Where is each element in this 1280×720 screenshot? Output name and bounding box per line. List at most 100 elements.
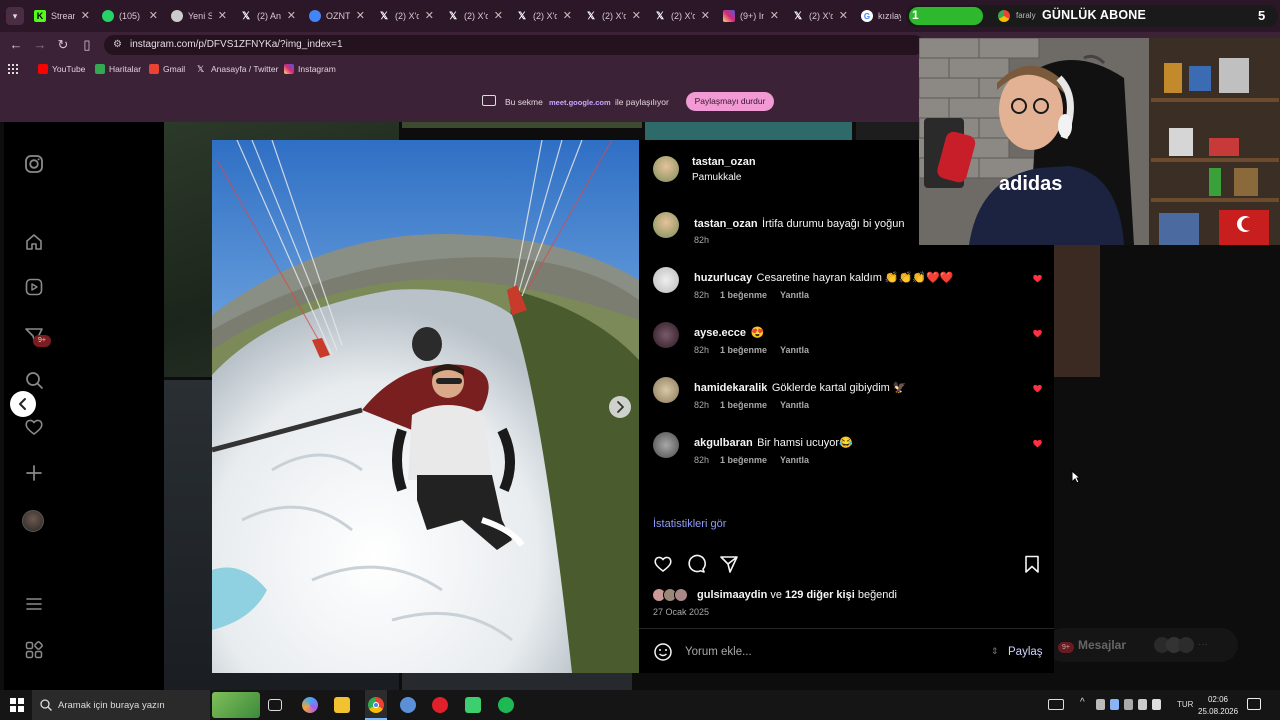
copilot-icon[interactable] — [302, 697, 318, 713]
next-image-button[interactable] — [609, 396, 631, 418]
close-tab-icon[interactable]: ✕ — [839, 9, 848, 22]
reels-icon[interactable] — [24, 277, 44, 297]
sidepanel-icon[interactable]: ▯ — [79, 37, 95, 53]
browser-tab[interactable]: 𝕏 (2) X'd ✕ — [648, 4, 714, 28]
profile-avatar[interactable] — [22, 510, 44, 532]
stop-sharing-button[interactable]: Paylaşmayı durdur — [686, 92, 774, 111]
comment-like-count[interactable]: 1 beğenme — [720, 455, 767, 465]
create-icon[interactable] — [24, 463, 44, 483]
comment-icon[interactable] — [686, 554, 706, 574]
tab-search-button[interactable]: ▾ — [6, 7, 24, 25]
comment-heart-icon[interactable] — [1032, 328, 1043, 339]
windows-start-icon[interactable] — [10, 698, 24, 712]
browser-tab[interactable]: 𝕏 (2) X'd ✕ — [579, 4, 645, 28]
browser-tab[interactable]: Yeni S ✕ — [165, 4, 231, 28]
browser-tab[interactable]: Gkızılay — [855, 4, 901, 28]
heart-icon[interactable] — [24, 417, 44, 437]
comment-like-count[interactable]: 1 beğenme — [720, 345, 767, 355]
reply-button[interactable]: Yanıtla — [780, 290, 809, 300]
close-tab-icon[interactable]: ✕ — [425, 9, 434, 22]
apps-icon[interactable] — [8, 64, 18, 74]
close-tab-icon[interactable]: ✕ — [701, 9, 710, 22]
system-tray-icons[interactable] — [1096, 699, 1168, 711]
close-tab-icon[interactable]: ✕ — [287, 9, 296, 22]
search-icon[interactable] — [24, 370, 44, 390]
comment-like-count[interactable]: 1 beğenme — [720, 290, 767, 300]
spotify-icon[interactable] — [498, 697, 514, 713]
commenter-avatar[interactable] — [653, 377, 679, 403]
author-username[interactable]: tastan_ozan — [692, 156, 756, 168]
instagram-logo-icon[interactable] — [24, 154, 44, 174]
close-tab-icon[interactable]: ✕ — [356, 9, 365, 22]
share-icon[interactable] — [719, 554, 739, 574]
clock-time[interactable]: 02:06 — [1206, 695, 1230, 704]
view-insights-link[interactable]: İstatistikleri gör — [653, 518, 726, 530]
discord-green-icon[interactable] — [465, 697, 481, 713]
comment-username[interactable]: ayse.ecce — [694, 327, 746, 339]
forward-button[interactable]: → — [32, 37, 48, 53]
browser-tab[interactable]: 𝕏 (2) X'd ✕ — [441, 4, 507, 28]
bookmark-item[interactable]: YouTube — [38, 62, 85, 76]
liked-by-user[interactable]: gulsimaaydin — [697, 589, 767, 601]
notification-center-icon[interactable] — [1247, 698, 1261, 710]
taskbar-search[interactable]: Aramak için buraya yazın — [32, 690, 210, 720]
comment-input[interactable]: Yorum ekle... — [685, 646, 975, 658]
commenter-avatar[interactable] — [653, 322, 679, 348]
browser-tab[interactable]: K Stream ✕ — [28, 4, 94, 28]
search-highlight-icon[interactable] — [212, 692, 260, 718]
comment-heart-icon[interactable] — [1032, 438, 1043, 449]
more-apps-icon[interactable] — [24, 640, 44, 660]
file-explorer-icon[interactable] — [334, 697, 350, 713]
close-tab-icon[interactable]: ✕ — [81, 9, 90, 22]
close-tab-icon[interactable]: ✕ — [149, 9, 158, 22]
bookmark-item[interactable]: 𝕏 Anasayfa / Twitter — [197, 62, 278, 76]
messages-pill[interactable]: 9+ Mesajlar ··· — [1046, 628, 1238, 662]
post-location[interactable]: Pamukkale — [692, 172, 741, 183]
comment-username[interactable]: huzurlucay — [694, 272, 752, 284]
menu-icon[interactable] — [24, 594, 44, 614]
comment-username[interactable]: hamidekaralik — [694, 382, 767, 394]
post-image[interactable] — [212, 140, 639, 673]
language-indicator[interactable]: TUR — [1177, 700, 1193, 709]
reply-button[interactable]: Yanıtla — [780, 455, 809, 465]
share-domain-link[interactable]: meet.google.com — [549, 98, 611, 107]
previous-post-button[interactable] — [10, 391, 36, 417]
browser-tab[interactable]: (9+) In ✕ — [717, 4, 783, 28]
caption-username[interactable]: tastan_ozan — [694, 218, 758, 230]
comment-like-count[interactable]: 1 beğenme — [720, 400, 767, 410]
site-info-icon[interactable]: ⚙ — [113, 35, 122, 55]
close-tab-icon[interactable]: ✕ — [563, 9, 572, 22]
reload-button[interactable]: ↻ — [55, 37, 71, 53]
clock-date[interactable]: 25.08.2026 — [1198, 707, 1238, 716]
chrome-taskbar-icon[interactable] — [365, 690, 387, 720]
obs-icon[interactable] — [432, 697, 448, 713]
close-tab-icon[interactable]: ✕ — [770, 9, 779, 22]
commenter-avatar[interactable] — [653, 267, 679, 293]
browser-tab[interactable]: 𝕏 (2) An ✕ — [234, 4, 300, 28]
browser-tab[interactable]: (105) ✕ — [96, 4, 162, 28]
browser-tab[interactable]: 𝕏 (2) X'd ✕ — [510, 4, 576, 28]
bookmark-item[interactable]: Haritalar — [95, 62, 141, 76]
app-icon-blue[interactable] — [400, 697, 416, 713]
browser-tab[interactable]: 𝕏 (2) X'd ✕ — [786, 4, 852, 28]
bookmark-item[interactable]: Gmail — [149, 62, 185, 76]
tray-chevron-icon[interactable]: ^ — [1080, 697, 1085, 708]
bookmark-item[interactable]: Instagram — [284, 62, 336, 76]
close-tab-icon[interactable]: ✕ — [494, 9, 503, 22]
caption-avatar[interactable] — [653, 212, 679, 238]
keyboard-icon[interactable] — [1048, 699, 1064, 710]
browser-tab[interactable]: OZNT ✕ — [303, 4, 369, 28]
like-icon[interactable] — [653, 554, 673, 574]
comment-username[interactable]: akgulbaran — [694, 437, 753, 449]
close-tab-icon[interactable]: ✕ — [632, 9, 641, 22]
browser-tab[interactable]: 𝕏 (2) X'd ✕ — [372, 4, 438, 28]
post-comment-button[interactable]: Paylaş — [1008, 646, 1043, 658]
commenter-avatar[interactable] — [653, 432, 679, 458]
author-avatar[interactable] — [653, 156, 679, 182]
close-tab-icon[interactable]: ✕ — [218, 9, 227, 22]
task-view-icon[interactable] — [268, 699, 282, 711]
reply-button[interactable]: Yanıtla — [780, 345, 809, 355]
liked-by-others[interactable]: 129 diğer kişi — [785, 589, 855, 601]
emoji-icon[interactable] — [653, 642, 673, 662]
back-button[interactable]: ← — [8, 37, 24, 53]
